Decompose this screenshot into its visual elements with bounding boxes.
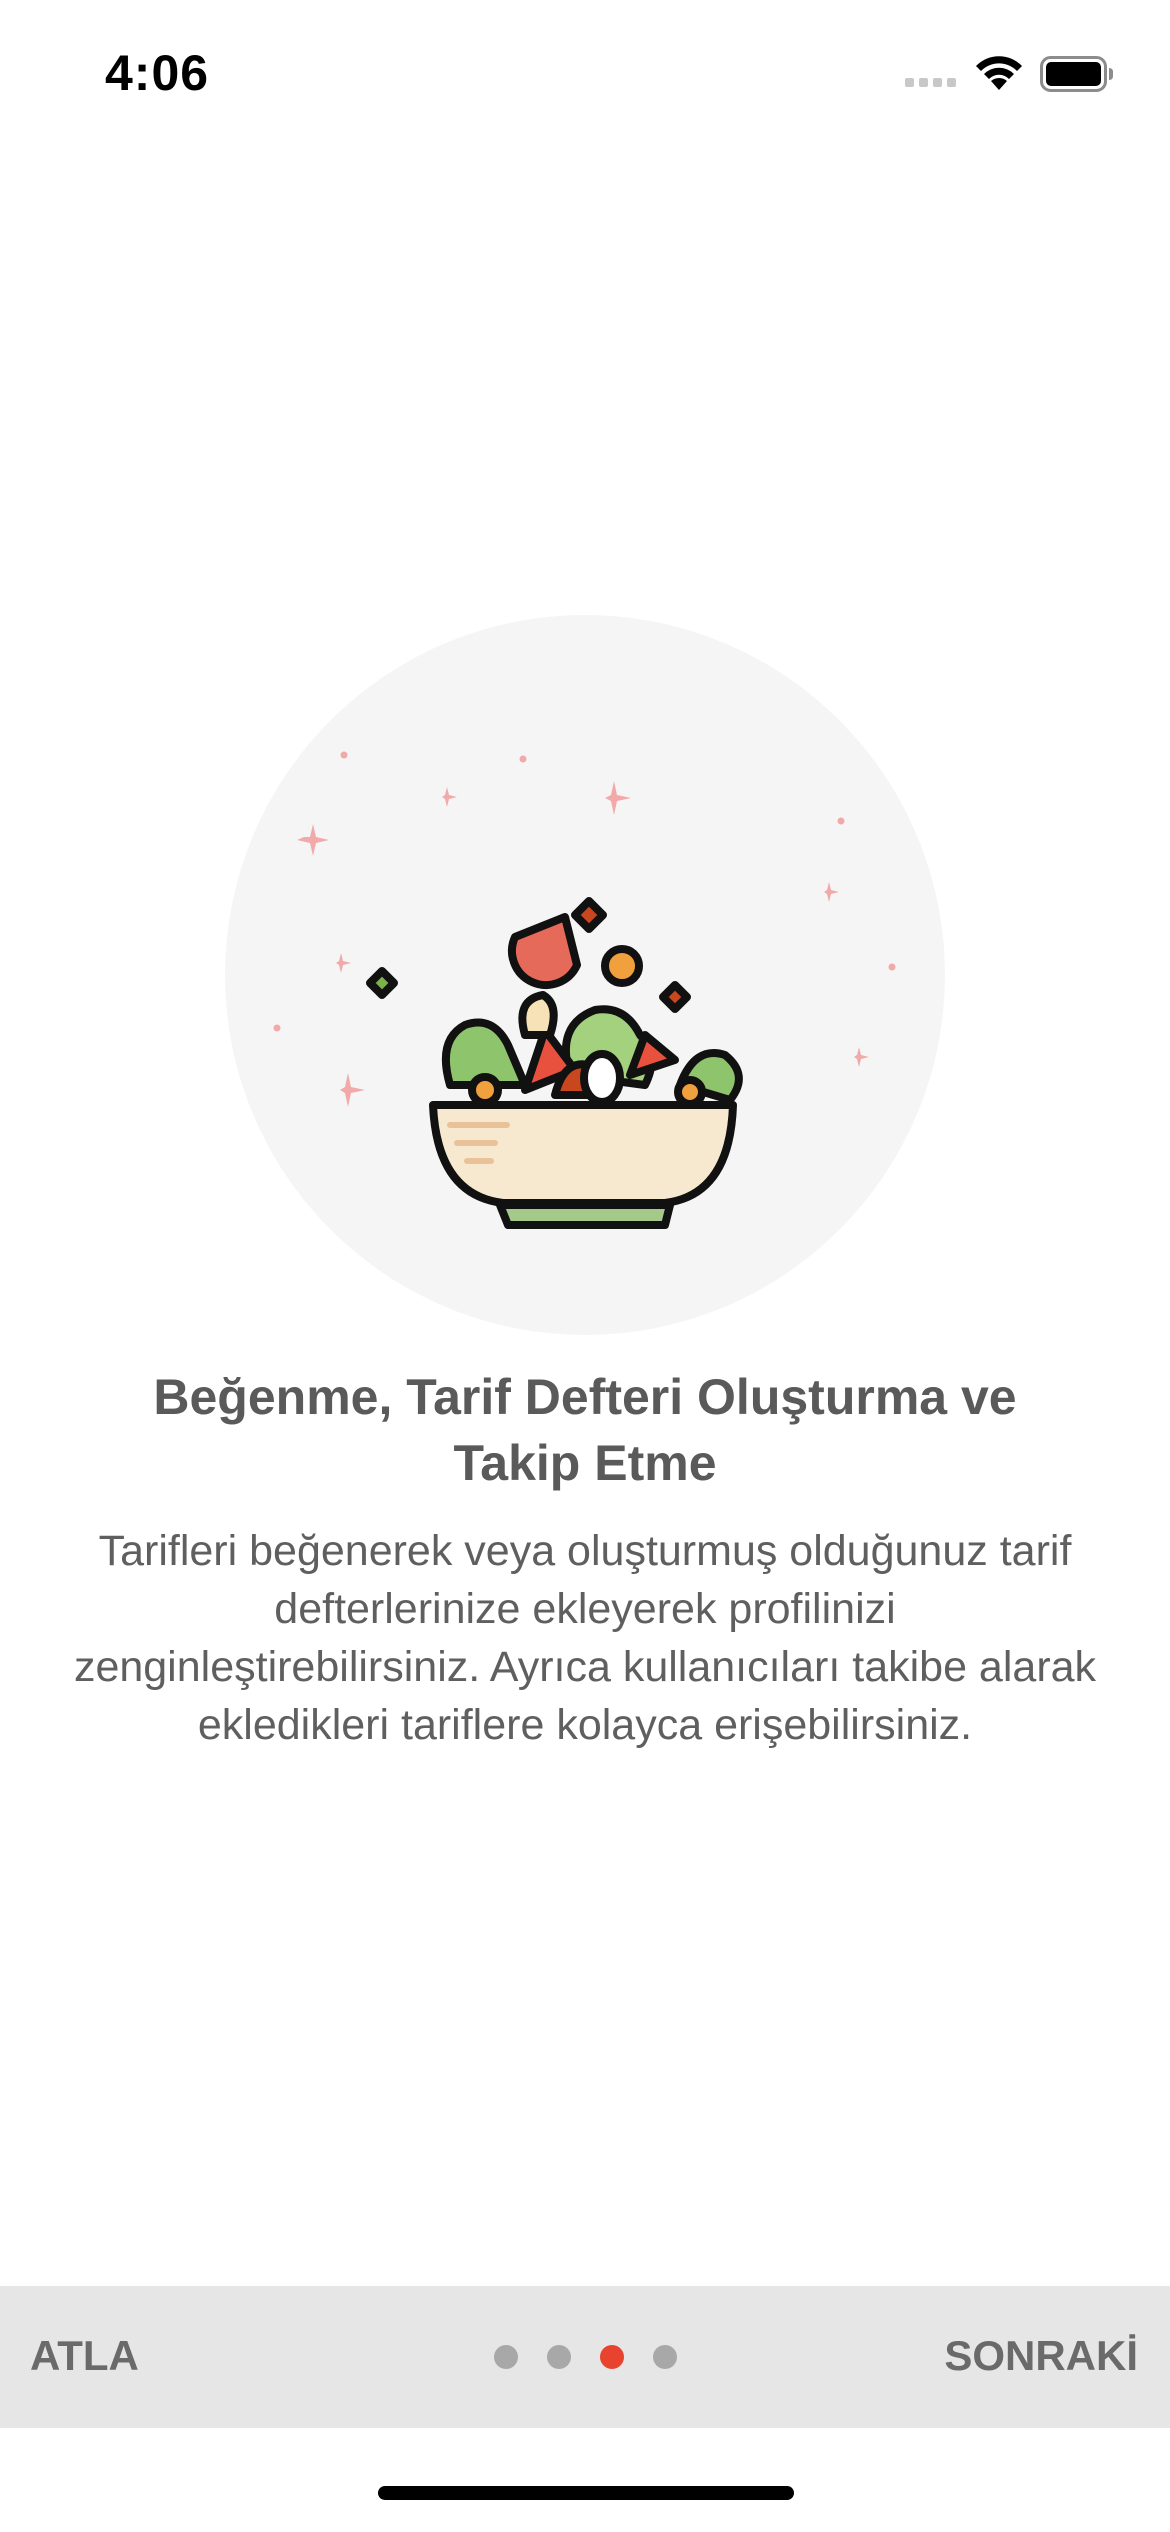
page-dot-1[interactable]	[494, 2345, 518, 2369]
battery-icon	[1040, 56, 1113, 92]
page-dot-2[interactable]	[547, 2345, 571, 2369]
page-indicator	[494, 2345, 677, 2369]
salad-bowl-illustration	[225, 615, 945, 1335]
home-indicator[interactable]	[378, 2486, 794, 2500]
next-button[interactable]: SONRAKİ	[944, 2332, 1138, 2380]
status-bar: 4:06	[0, 0, 1170, 140]
onboarding-title: Beğenme, Tarif Defteri Oluşturma ve Taki…	[153, 1369, 1017, 1491]
onboarding-description: Tarifleri beğenerek veya oluşturmuş oldu…	[73, 1527, 1097, 1749]
cellular-signal-icon	[905, 78, 956, 87]
wifi-icon	[976, 56, 1022, 90]
page-dot-4[interactable]	[653, 2345, 677, 2369]
page-dot-3-active[interactable]	[600, 2345, 624, 2369]
onboarding-screen: 4:06 Beğenme, Tarif Defteri Oluşturma ve…	[0, 0, 1170, 2532]
skip-button[interactable]: ATLA	[30, 2332, 139, 2380]
onboarding-bottom-bar: ATLA SONRAKİ	[0, 2286, 1170, 2428]
status-time: 4:06	[105, 45, 210, 101]
